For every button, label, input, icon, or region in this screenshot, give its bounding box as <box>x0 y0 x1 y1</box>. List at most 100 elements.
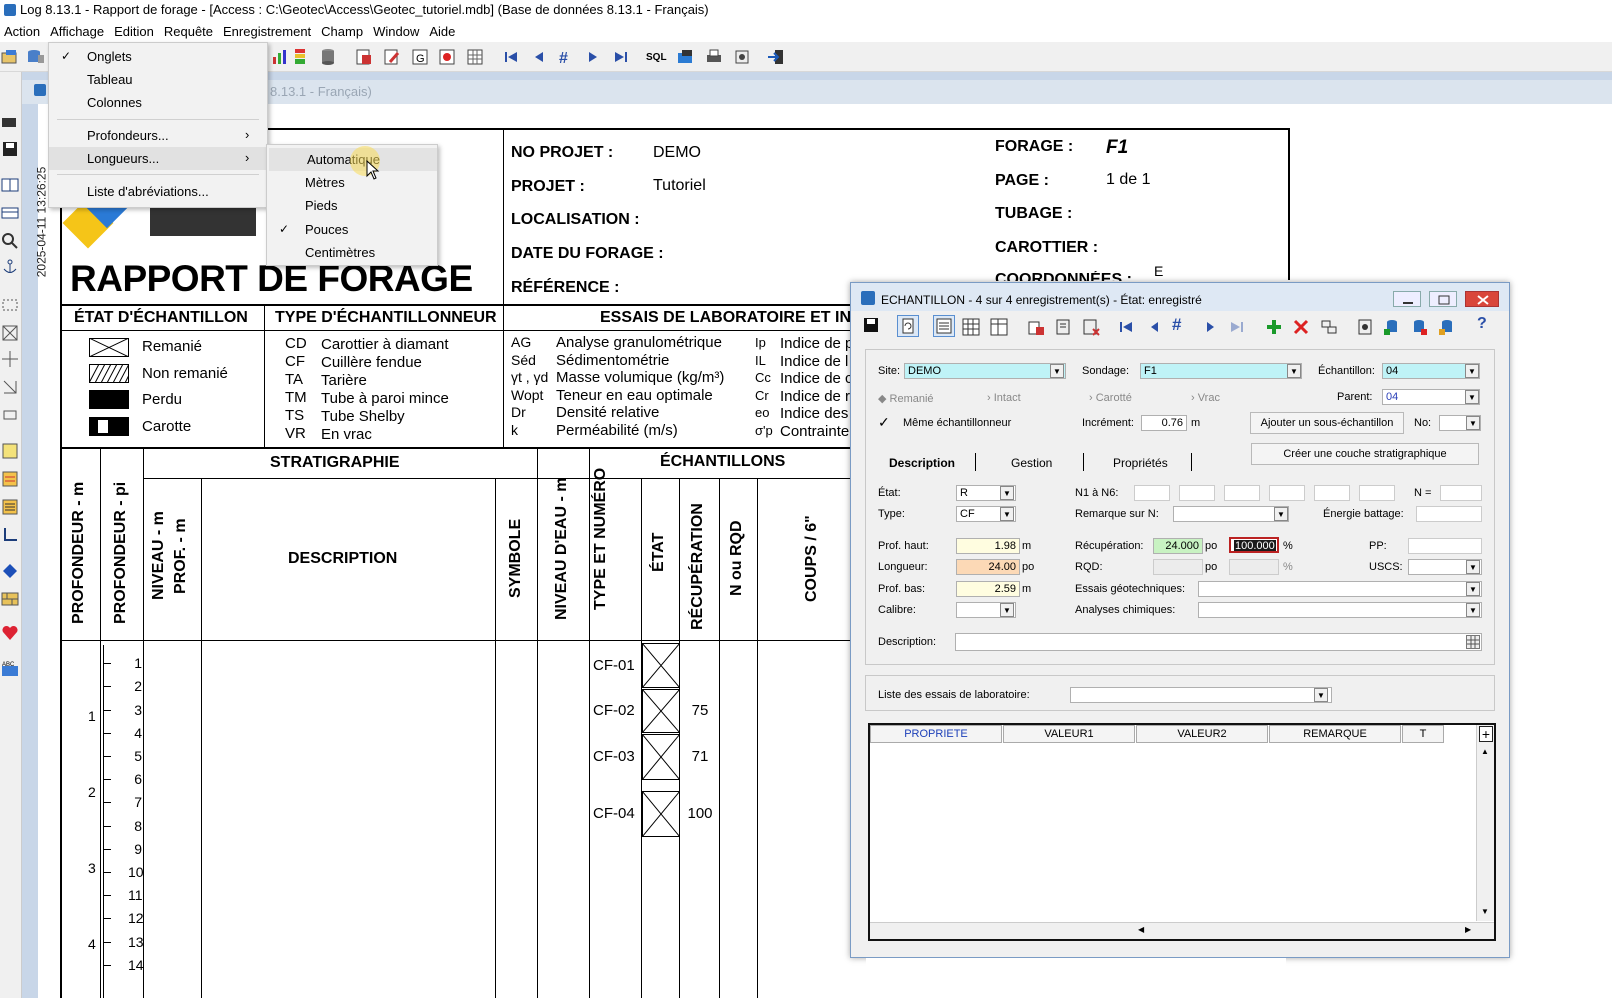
menu-champ[interactable]: Champ <box>317 22 369 39</box>
copy-record-icon[interactable] <box>1026 317 1046 337</box>
site-field[interactable]: DEMO <box>904 363 1066 379</box>
database-icon[interactable] <box>26 47 46 67</box>
submenu-item-pouces[interactable]: ✓ Pouces <box>267 218 435 241</box>
heart-icon[interactable] <box>1 624 19 642</box>
save-icon[interactable] <box>863 317 879 333</box>
submenu-item-metres[interactable]: Mètres <box>267 171 435 194</box>
menu-item-abreviations[interactable]: Liste d'abréviations... <box>49 180 267 203</box>
recuperation-field[interactable]: 24.000 <box>1153 538 1203 554</box>
maximize-button[interactable] <box>1429 291 1457 307</box>
help-icon[interactable]: ? <box>1477 315 1495 335</box>
essais-geo-field[interactable] <box>1198 581 1482 597</box>
last-record-icon[interactable] <box>1228 317 1246 337</box>
prof-bas-field[interactable]: 2.59 <box>956 581 1020 597</box>
parent-dropdown-arrow[interactable]: ▼ <box>1465 390 1479 404</box>
grid-header-propriete[interactable]: PROPRIETE <box>870 725 1002 743</box>
prev-record-icon[interactable] <box>1145 317 1163 337</box>
description-field[interactable] <box>955 633 1482 651</box>
meme-checkbox[interactable]: ✓ <box>878 414 894 430</box>
energie-field[interactable] <box>1416 506 1482 522</box>
description-grid-icon[interactable] <box>1466 635 1480 649</box>
n3-field[interactable] <box>1224 485 1260 501</box>
goto-record-icon[interactable]: # <box>1172 315 1190 335</box>
exit-icon[interactable] <box>766 47 786 67</box>
form-view-icon[interactable] <box>933 315 955 337</box>
menu-affichage[interactable]: Affichage <box>46 22 110 39</box>
area-select-icon[interactable] <box>1 406 19 424</box>
n1-field[interactable] <box>1134 485 1170 501</box>
menu-enregistrement[interactable]: Enregistrement <box>219 22 317 39</box>
add-record-icon[interactable] <box>1265 317 1283 337</box>
nav-remanie[interactable]: ◆ Remanié <box>878 392 934 405</box>
sondage-field[interactable]: F1 <box>1140 363 1302 379</box>
menu-requete[interactable]: Requête <box>160 22 219 39</box>
open-icon[interactable] <box>0 47 20 67</box>
menu-item-onglets[interactable]: ✓ Onglets <box>49 45 267 68</box>
list-icon[interactable] <box>1 498 19 516</box>
paste-record-icon[interactable] <box>1054 317 1074 337</box>
n-total-field[interactable] <box>1440 485 1482 501</box>
abc-icon[interactable]: ABC <box>1 660 19 678</box>
resize-icon[interactable] <box>1 378 19 396</box>
nav-vrac[interactable]: › Vrac <box>1191 392 1220 404</box>
link-icon[interactable] <box>1320 317 1338 337</box>
delete-record-icon[interactable] <box>1081 317 1101 337</box>
calibre-dropdown-arrow[interactable]: ▼ <box>1000 603 1014 617</box>
chart-icon[interactable] <box>270 47 290 67</box>
add-row-icon[interactable]: + <box>1479 726 1493 742</box>
cylinder-icon[interactable] <box>318 47 338 67</box>
no-dropdown-arrow[interactable]: ▼ <box>1466 416 1480 430</box>
echantillon-dropdown-arrow[interactable]: ▼ <box>1465 364 1479 378</box>
pp-field[interactable] <box>1408 538 1482 554</box>
create-layer-button[interactable]: Créer une couche stratigraphique <box>1251 443 1479 465</box>
tab-proprietes[interactable]: Propriétés <box>1113 456 1168 470</box>
refresh-icon[interactable] <box>897 315 919 337</box>
grid-vertical-scrollbar[interactable]: + ▲ ▼ <box>1476 725 1494 921</box>
layers-icon[interactable] <box>290 47 310 67</box>
rqd-pct-field[interactable] <box>1229 559 1279 575</box>
prev-record-icon[interactable] <box>529 47 549 67</box>
analyses-field[interactable] <box>1198 602 1482 618</box>
print-icon[interactable] <box>704 47 724 67</box>
scroll-up-icon[interactable]: ▲ <box>1481 747 1489 756</box>
table-icon[interactable] <box>1 204 19 222</box>
folder-icon[interactable] <box>676 47 696 67</box>
grid-header-remarque[interactable]: REMARQUE <box>1269 725 1401 743</box>
n2-field[interactable] <box>1179 485 1215 501</box>
photo-icon[interactable] <box>437 47 457 67</box>
settings-icon[interactable] <box>732 47 752 67</box>
form-icon[interactable] <box>1 470 19 488</box>
grid-icon[interactable] <box>465 47 485 67</box>
liste-essais-field[interactable] <box>1070 687 1332 703</box>
delete-icon[interactable] <box>1292 317 1310 337</box>
sql-button[interactable]: SQL <box>646 52 670 72</box>
goto-record-icon[interactable]: # <box>556 47 576 67</box>
db-export-icon[interactable] <box>1438 317 1456 337</box>
graph-icon[interactable]: G <box>410 47 430 67</box>
next-record-icon[interactable] <box>1201 317 1219 337</box>
grid-horizontal-scrollbar[interactable]: ◀ ▶ <box>870 922 1494 939</box>
grid-header-valeur1[interactable]: VALEUR1 <box>1003 725 1135 743</box>
tab-description[interactable]: Description <box>889 456 955 470</box>
rqd-field[interactable] <box>1153 559 1203 575</box>
liste-essais-dropdown-arrow[interactable]: ▼ <box>1314 688 1328 702</box>
anchor-icon[interactable] <box>1 258 19 276</box>
recuperation-pct-field[interactable]: 100.000 <box>1229 537 1279 553</box>
n4-field[interactable] <box>1269 485 1305 501</box>
columns-icon[interactable] <box>1 176 19 194</box>
menu-item-colonnes[interactable]: Colonnes <box>49 91 267 114</box>
essais-geo-dropdown-arrow[interactable]: ▼ <box>1466 582 1480 596</box>
longueur-field[interactable]: 24.00 <box>956 559 1020 575</box>
grid-header-valeur2[interactable]: VALEUR2 <box>1136 725 1268 743</box>
menu-aide[interactable]: Aide <box>425 22 461 39</box>
analyses-dropdown-arrow[interactable]: ▼ <box>1466 603 1480 617</box>
report-icon[interactable] <box>354 47 374 67</box>
select-rect-icon[interactable] <box>1 296 19 314</box>
move-icon[interactable] <box>1 350 19 368</box>
submenu-item-pieds[interactable]: Pieds <box>267 194 435 217</box>
minimize-button[interactable] <box>1393 291 1421 307</box>
config-icon[interactable] <box>1356 317 1374 337</box>
menu-item-tableau[interactable]: Tableau <box>49 68 267 91</box>
menu-item-profondeurs[interactable]: Profondeurs... › <box>49 124 267 147</box>
n6-field[interactable] <box>1359 485 1395 501</box>
